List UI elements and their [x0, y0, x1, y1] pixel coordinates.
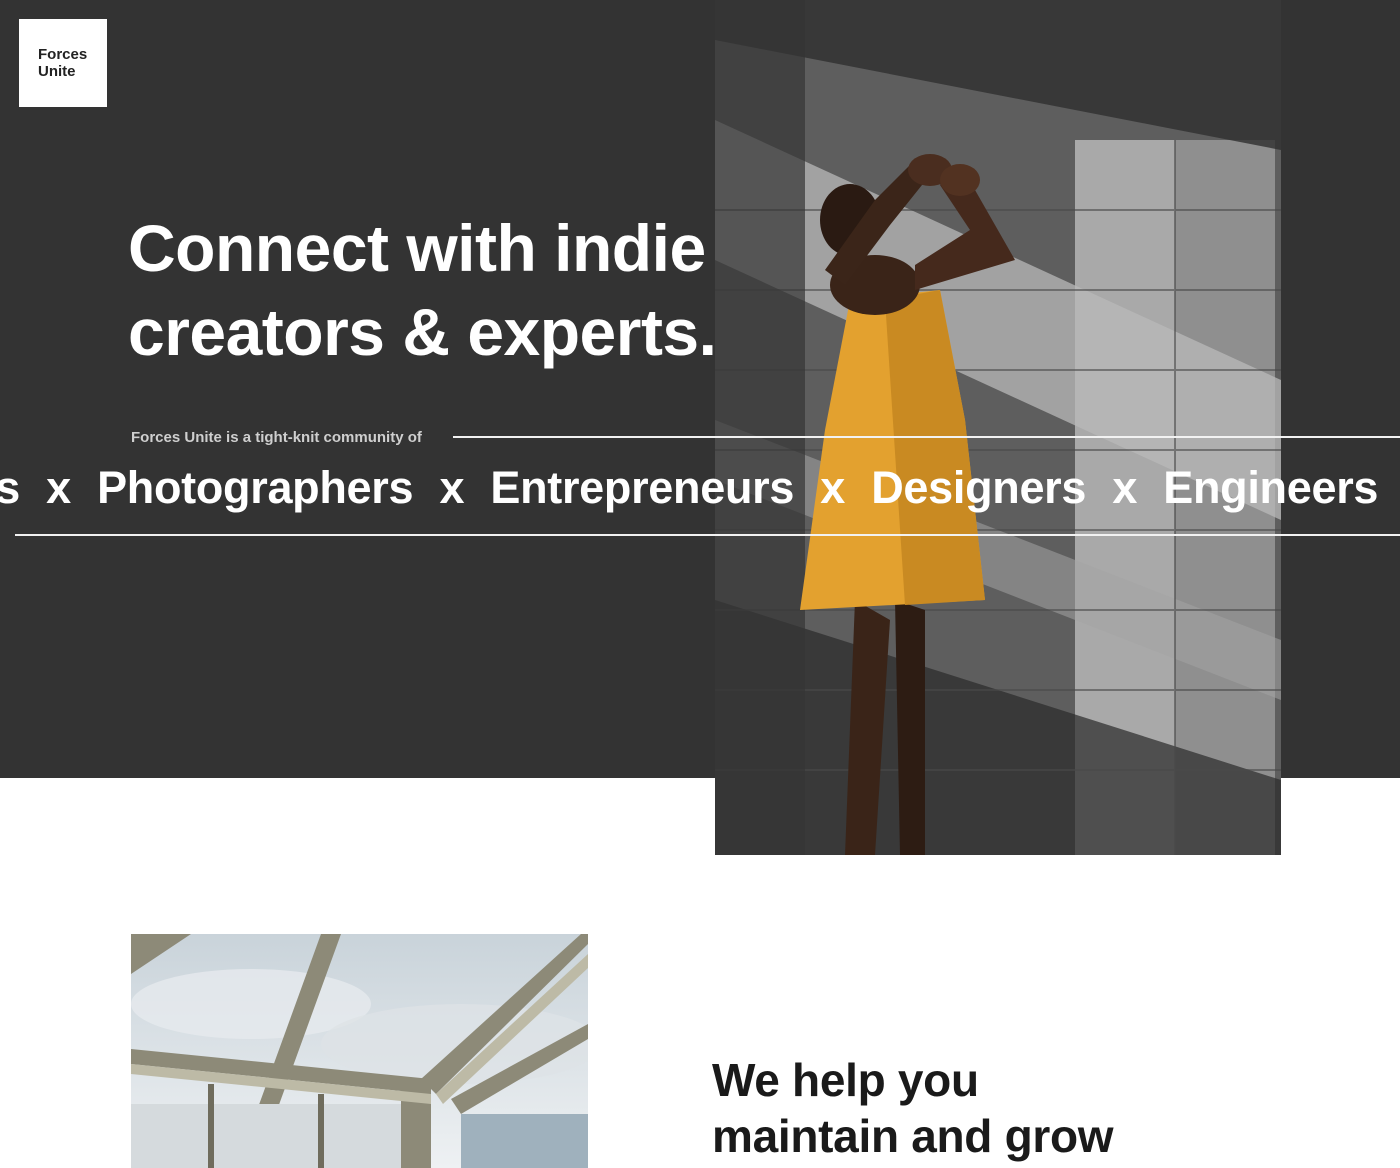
- marquee-item: Entrepreneurs: [490, 462, 795, 513]
- section-heading-line-2: maintain and grow: [712, 1110, 1114, 1162]
- hero-headline-line-2: creators & experts.: [128, 295, 717, 369]
- section-heading: We help you maintain and grow: [712, 1052, 1312, 1164]
- marquee-separator: x: [820, 462, 846, 513]
- divider-line-bottom: [15, 534, 1400, 536]
- landing-page: Forces Unite Connect with indie creators…: [0, 0, 1400, 1168]
- logo-button[interactable]: Forces Unite: [19, 19, 107, 107]
- glass-roof-photo-icon: [131, 934, 588, 1168]
- hero-photo: [715, 0, 1281, 855]
- logo-line-1: Forces: [38, 46, 88, 63]
- marquee-separator: x: [439, 462, 465, 513]
- section-heading-line-1: We help you: [712, 1054, 979, 1106]
- woman-in-yellow-dress-photo-icon: [715, 0, 1281, 855]
- logo-line-2: Unite: [38, 63, 76, 80]
- section-photo: [131, 934, 588, 1168]
- marquee-item: rs: [0, 462, 20, 513]
- marquee-item: Designers: [871, 462, 1087, 513]
- community-label: Forces Unite is a tight-knit community o…: [131, 429, 422, 446]
- marquee-item: Engineers: [1163, 462, 1379, 513]
- hero-headline: Connect with indie creators & experts.: [128, 206, 828, 374]
- professions-marquee: rs x Photographers x Entrepreneurs x Des…: [0, 458, 1400, 518]
- marquee-separator: x: [46, 462, 71, 513]
- divider-line-top: [453, 436, 1400, 438]
- hero-headline-line-1: Connect with indie: [128, 211, 706, 285]
- marquee-separator: x: [1112, 462, 1138, 513]
- marquee-item: Photographers: [97, 462, 414, 513]
